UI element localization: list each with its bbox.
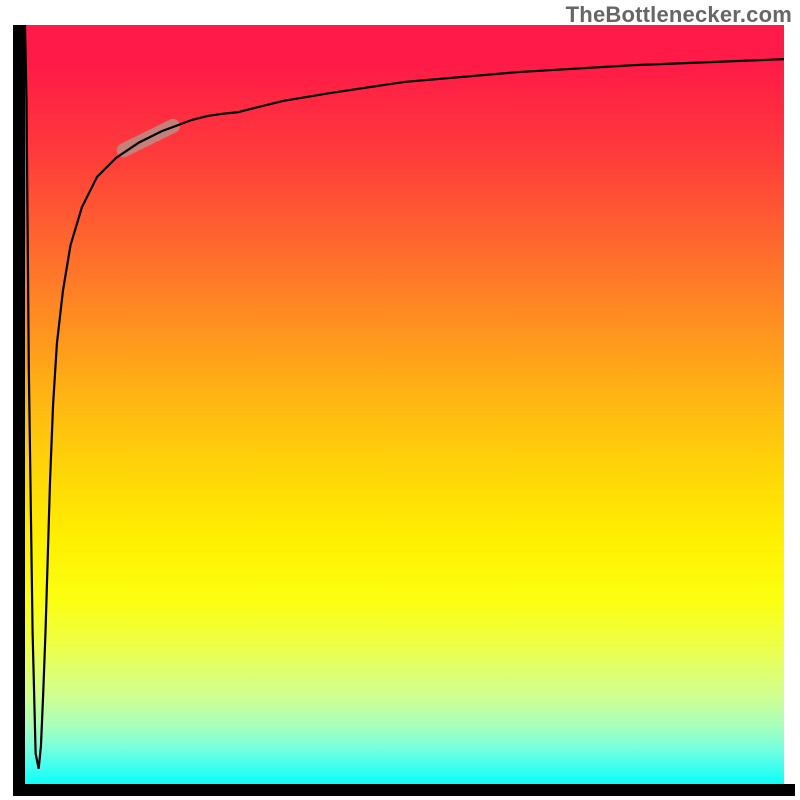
curve-svg [25,25,784,784]
bottleneck-chart: TheBottlenecker.com [0,0,800,800]
x-axis [13,784,795,796]
y-axis [13,25,25,784]
watermark-text: TheBottlenecker.com [566,2,792,28]
